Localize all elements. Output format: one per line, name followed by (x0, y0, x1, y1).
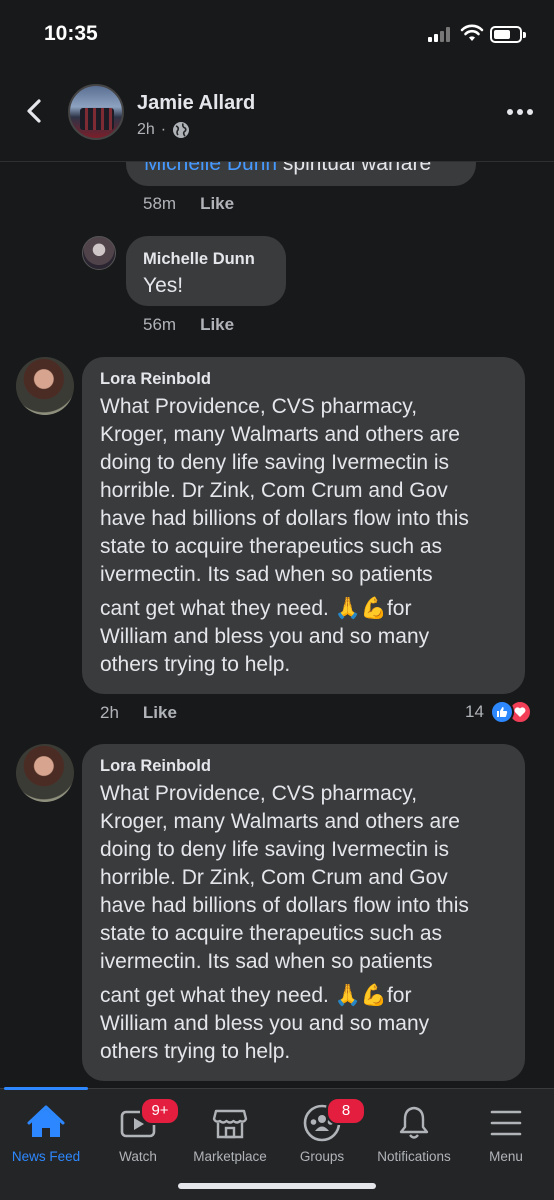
status-bar: 10:35 (0, 0, 554, 70)
avatar[interactable] (16, 744, 74, 802)
tab-label: Notifications (377, 1149, 451, 1164)
comment-time: 58m (143, 194, 177, 213)
comment-bubble: Lora Reinbold What Providence, CVS pharm… (82, 357, 525, 694)
comment-actions: 56m Like (143, 315, 234, 335)
tab-label: Watch (119, 1149, 157, 1164)
comment-text: Michelle Dunn spiritual warfare (144, 162, 431, 178)
notification-badge: 9+ (140, 1097, 180, 1125)
like-button[interactable]: Like (200, 194, 234, 214)
tab-label: Marketplace (193, 1149, 267, 1164)
comment-actions: 58m Like (143, 194, 234, 214)
like-button[interactable]: Like (143, 703, 177, 723)
tab-menu[interactable]: Menu (460, 1089, 552, 1169)
comment-line: ivermectin. Its sad when so patients (100, 563, 433, 586)
comment-text: Yes! (143, 274, 184, 297)
comment-author[interactable]: Michelle Dunn (143, 250, 255, 269)
post-meta: 2h · (137, 121, 190, 139)
marketplace-icon (212, 1109, 248, 1139)
globe-icon (173, 122, 190, 138)
comment-actions: 2h Like (100, 703, 177, 723)
tab-label: Groups (299, 1149, 345, 1164)
comment-line: doing to deny life saving Ivermectin is (100, 838, 450, 861)
mention-link[interactable]: Michelle Dunn (144, 162, 277, 175)
comment-bubble: Lora Reinbold What Providence, CVS pharm… (82, 744, 525, 1081)
comment-text: What Providence, CVS pharmacy, Kroger, m… (100, 393, 520, 679)
tab-groups[interactable]: 8 Groups (276, 1089, 368, 1169)
comment-line: What Providence, CVS pharmacy, (100, 395, 418, 418)
home-icon (27, 1105, 65, 1137)
menu-icon (490, 1110, 522, 1136)
comment-line: others trying to help. (100, 1040, 291, 1063)
comment-line: What Providence, CVS pharmacy, (100, 782, 418, 805)
reaction-count: 14 (465, 702, 484, 721)
comment-line: have had billions of dollars flow into t… (100, 507, 469, 530)
comment-text-rest: spiritual warfare (277, 162, 432, 175)
comment-bubble: Michelle Dunn Yes! (126, 236, 286, 306)
back-arrow-icon[interactable] (20, 96, 50, 126)
comment-line: William and bless you and so many (100, 625, 430, 648)
comment-bubble: Michelle Dunn spiritual warfare (126, 162, 476, 186)
avatar[interactable] (82, 236, 116, 270)
battery-icon (490, 26, 526, 43)
post-header: Jamie Allard 2h · (0, 70, 554, 162)
cellular-signal-icon (428, 26, 454, 42)
comment-line: others trying to help. (100, 653, 291, 676)
comment-author[interactable]: Lora Reinbold (100, 757, 211, 776)
tab-marketplace[interactable]: Marketplace (184, 1089, 276, 1169)
bell-icon (399, 1106, 429, 1139)
meta-separator: · (160, 121, 167, 138)
comments-list: Michelle Dunn spiritual warfare 58m Like… (0, 162, 554, 1088)
comment-line: state to acquire therapeutics such as (100, 922, 443, 945)
avatar[interactable] (68, 84, 124, 140)
like-button[interactable]: Like (200, 315, 234, 335)
comment-line: ivermectin. Its sad when so patients (100, 950, 433, 973)
status-time: 10:35 (44, 22, 98, 45)
comment-time: 56m (143, 315, 177, 334)
avatar[interactable] (16, 357, 74, 415)
comment-time: 2h (100, 703, 119, 722)
tab-label: Menu (489, 1149, 523, 1164)
comment-line: state to acquire therapeutics such as (100, 535, 443, 558)
comment-line: horrible. Dr Zink, Com Crum and Gov (100, 866, 448, 889)
post-author-name[interactable]: Jamie Allard (137, 92, 255, 115)
tab-watch[interactable]: 9+ Watch (92, 1089, 184, 1169)
tab-label: News Feed (11, 1149, 81, 1164)
reaction-summary[interactable]: 14 (465, 700, 532, 724)
comment-line: Kroger, many Walmarts and others are (100, 810, 460, 833)
comment-line: William and bless you and so many (100, 1012, 430, 1035)
comment-line: cant get what they need. 🙏💪for (100, 984, 412, 1007)
post-time: 2h (137, 121, 155, 138)
comment-author[interactable]: Lora Reinbold (100, 370, 211, 389)
comment-line: Kroger, many Walmarts and others are (100, 423, 460, 446)
comment-text: What Providence, CVS pharmacy, Kroger, m… (100, 780, 520, 1066)
home-indicator[interactable] (178, 1183, 376, 1189)
tab-news-feed[interactable]: News Feed (0, 1089, 92, 1169)
tab-notifications[interactable]: Notifications (368, 1089, 460, 1169)
like-icon (489, 700, 514, 724)
comment-line: horrible. Dr Zink, Com Crum and Gov (100, 479, 448, 502)
wifi-icon (460, 24, 484, 41)
notification-badge: 8 (326, 1097, 366, 1125)
comment-line: cant get what they need. 🙏💪for (100, 597, 412, 620)
comment-line: doing to deny life saving Ivermectin is (100, 451, 450, 474)
comment-line: have had billions of dollars flow into t… (100, 894, 469, 917)
more-options-icon[interactable] (506, 104, 534, 120)
